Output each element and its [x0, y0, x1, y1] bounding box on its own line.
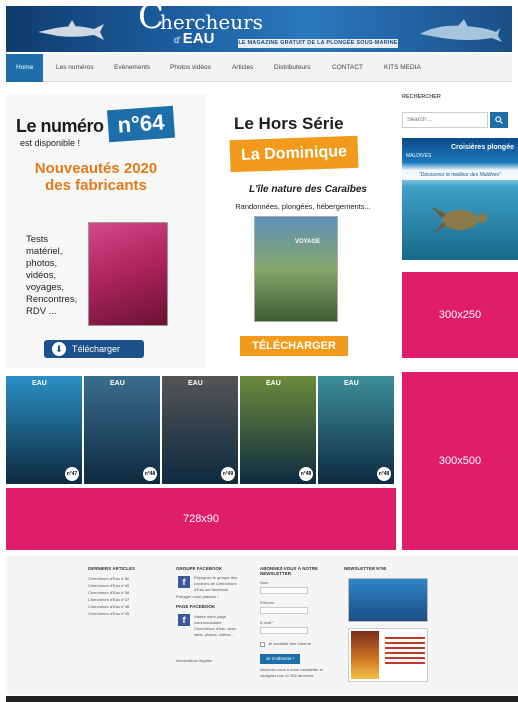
issue-cover[interactable]: EAU n°49: [162, 376, 239, 484]
promo-topics: Tests matériel, photos, vidéos, voyages,…: [26, 234, 78, 317]
ad-slot-300x500[interactable]: 300x500: [402, 372, 518, 550]
fb-page-title: PAGE FACEBOOK: [176, 604, 216, 609]
maldives-label: MALDIVES: [406, 153, 432, 159]
search-icon: [495, 116, 503, 124]
nav-issues[interactable]: Les numéros: [56, 54, 94, 82]
email-label: E-mail *: [260, 620, 275, 625]
download-button[interactable]: ⬇ Télécharger: [44, 340, 144, 358]
shark-icon: [38, 20, 104, 40]
fb-page-text: Visitez notre page communautaire Cherche…: [194, 614, 237, 637]
fb-group-text: Rejoignez le groupe des Lecteurs de Cher…: [194, 575, 238, 592]
search-title: RECHERCHER: [402, 94, 441, 100]
recent-article-link[interactable]: Chercheurs d'Eau n°47: [88, 597, 129, 603]
past-issues-strip: EAU n°47 EAU n°48 EAU n°49 EAU n°48 EAU …: [6, 376, 396, 484]
issue-number-badge: n°64: [106, 105, 176, 143]
logo-subtitle: d' EAU: [174, 30, 215, 47]
header-banner[interactable]: C hercheurs d' EAU LE MAGAZINE GRATUIT DE…: [6, 6, 512, 52]
footer: DERNIERS ARTICLES Chercheurs d'Eau n°50 …: [6, 556, 518, 694]
cover-voyage-label: VOYAGE: [295, 239, 321, 245]
nav-contact[interactable]: CONTACT: [332, 54, 363, 82]
recent-article-link[interactable]: Chercheurs d'Eau n°48: [88, 590, 129, 596]
special-title: Le Hors Série: [234, 114, 344, 133]
name-field[interactable]: [260, 587, 308, 594]
maldives-cruise-ad[interactable]: Croisières plongée MALDIVES "Découvrez l…: [402, 138, 518, 260]
issue-cover[interactable]: EAU n°48: [240, 376, 317, 484]
nav-events[interactable]: Evénements: [114, 54, 150, 82]
nav-distributors[interactable]: Distributeurs: [274, 54, 310, 82]
newsletter-issue-title: NEWSLETTER N°50: [344, 566, 387, 571]
special-issue-promo[interactable]: Le Hors Série La Dominique L'île nature …: [210, 94, 396, 368]
recent-articles-title: DERNIERS ARTICLES: [88, 566, 135, 571]
nav-home[interactable]: Home: [6, 54, 44, 82]
newsletter-image: [351, 631, 379, 679]
firstname-field[interactable]: [260, 607, 308, 614]
magazine-cover-image: [88, 222, 168, 326]
subscribe-button[interactable]: Je m'abonne !: [260, 654, 300, 664]
fb-share-text: Partager votre passion !: [176, 594, 219, 599]
bottom-bar: [6, 696, 518, 702]
search-input[interactable]: [402, 112, 488, 128]
ad-slot-300x250[interactable]: 300x250: [402, 272, 518, 358]
tagline: LE MAGAZINE GRATUIT DE LA PLONGÉE SOUS-M…: [238, 39, 398, 48]
available-text: est disponible !: [20, 138, 81, 148]
facebook-icon[interactable]: f: [178, 614, 190, 626]
download-icon: ⬇: [52, 342, 66, 356]
issue-cover[interactable]: EAU n°48: [84, 376, 161, 484]
issue-cover[interactable]: EAU n°48: [318, 376, 395, 484]
special-cover-image: VOYAGE: [254, 216, 338, 322]
newsletter-note: Abonnez-vous à notre newsletter et rejoi…: [260, 667, 323, 678]
current-issue-promo[interactable]: Le numéro n°64 est disponible ! Nouveaut…: [6, 94, 206, 368]
fb-group-title: GROUPE FACEBOOK: [176, 566, 223, 571]
firstname-label: Prénom: [260, 600, 275, 605]
ad-slot-728x90[interactable]: 728x90: [6, 488, 396, 550]
newsletter-preview-top[interactable]: [348, 578, 428, 622]
special-subtitle: L'île nature des Caraïbes: [249, 184, 367, 195]
nav-articles[interactable]: Articles: [232, 54, 253, 82]
facebook-icon[interactable]: f: [178, 576, 190, 588]
newsletter-preview-bottom[interactable]: [348, 628, 428, 682]
recent-article-link[interactable]: Chercheurs d'Eau n°50: [88, 576, 129, 582]
newsletter-signup-title: ABONNEZ-VOUS À NOTRE NEWSLETTER: [260, 566, 319, 576]
legal-link[interactable]: Informations légales: [176, 658, 212, 664]
recent-article-link[interactable]: Chercheurs d'Eau n°45: [88, 611, 129, 617]
promo-headline: Nouveautés 2020 des fabricants: [34, 160, 158, 194]
issue-cover[interactable]: EAU n°47: [6, 376, 83, 484]
dolphin-icon: [420, 19, 502, 42]
main-nav: Home Les numéros Evénements Photos vidéo…: [6, 54, 512, 82]
recent-article-link[interactable]: Chercheurs d'Eau n°46: [88, 604, 129, 610]
special-download-button[interactable]: TÉLÉCHARGER: [240, 336, 348, 356]
consent-label: Je souhaite être informé: [268, 641, 311, 646]
recent-article-link[interactable]: Chercheurs d'Eau n°49: [88, 583, 129, 589]
nav-photos-videos[interactable]: Photos vidéos: [170, 54, 211, 82]
name-label: Nom: [260, 580, 269, 585]
maldives-slogan: "Découvrez le meilleur des Maldives": [402, 170, 518, 180]
maldives-title: Croisières plongée: [450, 144, 514, 151]
consent-checkbox[interactable]: [260, 642, 265, 647]
email-field[interactable]: [260, 627, 308, 634]
special-topics: Randonnées, plongées, hébergements...: [235, 202, 371, 211]
turtle-icon: [430, 206, 487, 234]
promo-title: Le numéro: [16, 116, 104, 136]
download-label: Télécharger: [72, 344, 121, 354]
destination-badge: La Dominique: [229, 135, 359, 173]
nav-media-kits[interactable]: KITS MEDIA: [384, 54, 421, 82]
logo[interactable]: C hercheurs: [138, 6, 263, 34]
search-button[interactable]: [490, 112, 508, 128]
